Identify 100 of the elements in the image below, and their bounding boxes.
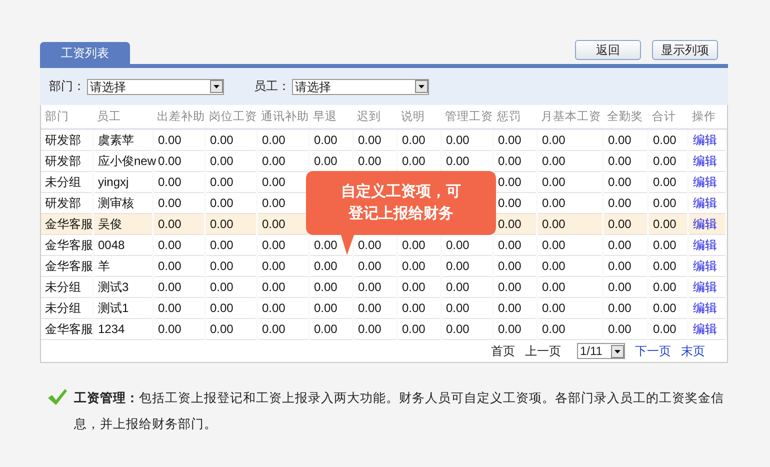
table-cell: 0.00 [358, 238, 382, 252]
table-cell: 测试1 [98, 300, 129, 314]
table-cell: 0.00 [653, 280, 676, 294]
edit-link[interactable]: 编辑 [693, 196, 717, 210]
table-cell: 0.00 [262, 196, 286, 210]
table-cell: 0.00 [158, 196, 182, 210]
table-cell: 金华客服 [45, 258, 93, 272]
table-row[interactable]: 金华客服 1234 0.00 0.00 0.00 0.00 0.00 0.00 0.00 0.00 0.00 0.00 0.00 编辑 [41, 318, 726, 340]
table-cell: 0.00 [608, 238, 632, 252]
edit-link[interactable]: 编辑 [693, 300, 717, 314]
table-cell: 0.00 [608, 133, 632, 147]
table-cell: 0.00 [210, 280, 234, 294]
table-cell: 0.00 [262, 280, 286, 294]
page-link[interactable]: 末页 [681, 342, 705, 360]
edit-link[interactable]: 编辑 [693, 154, 717, 168]
table-cell: 0.00 [446, 301, 470, 315]
table-cell: 0.00 [498, 280, 522, 294]
table-cell: 0.00 [314, 322, 338, 336]
table-cell: 0.00 [542, 280, 566, 294]
table-cell: 0.00 [653, 259, 676, 273]
table-cell: 0.00 [446, 322, 470, 336]
table-cell: 0.00 [498, 175, 522, 189]
table-cell: 0.00 [358, 154, 382, 168]
table-cell: 0.00 [314, 259, 338, 273]
table-cell: 0.00 [314, 301, 338, 315]
table-cell: 0.00 [358, 133, 382, 147]
table-cell: 0.00 [158, 259, 182, 273]
page-select[interactable]: 1/11 [577, 343, 625, 359]
table-row[interactable]: 未分组 测试1 0.00 0.00 0.00 0.00 0.00 0.00 0.00 0.00 0.00 0.00 0.00 编辑 [41, 298, 726, 318]
page-link[interactable]: 下一页 [635, 342, 671, 360]
table-cell: 0.00 [262, 175, 286, 189]
table-row[interactable]: 研发部 虞素苹 0.00 0.00 0.00 0.00 0.00 0.00 0.00 0.00 0.00 0.00 0.00 编辑 [41, 129, 726, 150]
tab[interactable]: 工资列表 [40, 42, 130, 64]
table-cell: 0.00 [498, 133, 522, 147]
table-cell: 0.00 [446, 259, 470, 273]
table-cell: 0.00 [210, 196, 234, 210]
table-cell: 0.00 [402, 154, 426, 168]
table-cell: 0.00 [608, 259, 632, 273]
filter-label: 员工： [254, 78, 290, 95]
table-row[interactable]: 研发部 应小俊new 0.00 0.00 0.00 0.00 0.00 0.00 0.00 0.00 0.00 0.00 0.00 编辑 [41, 150, 726, 172]
table-cell: 0.00 [402, 133, 426, 147]
edit-link[interactable]: 编辑 [693, 238, 717, 252]
table-cell: 0.00 [498, 238, 522, 252]
table-cell: 未分组 [45, 300, 81, 314]
table-cell: 0.00 [158, 322, 182, 336]
table-cell: 0.00 [542, 175, 566, 189]
edit-link[interactable]: 编辑 [693, 132, 717, 146]
checkmark-icon [46, 387, 68, 407]
edit-link[interactable]: 编辑 [693, 174, 717, 188]
table-cell: 0.00 [608, 280, 632, 294]
table-cell: 0.00 [210, 259, 234, 273]
table-cell: 0.00 [608, 175, 632, 189]
table-cell: 0.00 [542, 217, 566, 231]
table-cell: 0.00 [446, 154, 470, 168]
table-cell: 研发部 [45, 132, 81, 146]
edit-link[interactable]: 编辑 [693, 280, 717, 294]
table-cell: 0.00 [262, 322, 286, 336]
table-cell: 未分组 [45, 174, 81, 188]
toolbar-button[interactable]: 显示列项 [652, 40, 718, 60]
table-cell: 0.00 [446, 280, 470, 294]
table-cell: 0.00 [608, 196, 632, 210]
table-row[interactable]: 金华客服 羊 0.00 0.00 0.00 0.00 0.00 0.00 0.00 0.00 0.00 0.00 0.00 编辑 [41, 256, 726, 276]
edit-link[interactable]: 编辑 [693, 258, 717, 272]
table-cell: 0.00 [542, 133, 566, 147]
table-cell: 0.00 [608, 217, 632, 231]
toolbar-button[interactable]: 返回 [575, 40, 641, 60]
table-cell: 0.00 [314, 133, 338, 147]
table-cell: 0.00 [158, 280, 182, 294]
table-cell: 0.00 [542, 196, 566, 210]
table-row[interactable]: 金华客服 0048 0.00 0.00 0.00 0.00 0.00 0.00 0.00 0.00 0.00 0.00 0.00 编辑 [41, 234, 726, 256]
filter-select[interactable]: 请选择 [87, 78, 224, 94]
table-cell: 0.00 [402, 238, 426, 252]
table-cell: 0.00 [210, 175, 234, 189]
table-cell: 0.00 [542, 154, 566, 168]
table-cell: 0.00 [262, 259, 286, 273]
table-cell: 0.00 [653, 322, 676, 336]
table-cell: 0.00 [498, 301, 522, 315]
table-cell: 0.00 [358, 259, 382, 273]
table-cell: 金华客服 [45, 238, 93, 252]
table-cell: 0.00 [158, 301, 182, 315]
table-cell: 0048 [98, 238, 125, 252]
table-cell: 0.00 [210, 238, 234, 252]
table-cell: 0.00 [542, 259, 566, 273]
table-cell: 0.00 [653, 217, 676, 231]
table-cell: 0.00 [314, 238, 338, 252]
table-cell: 未分组 [45, 280, 81, 294]
table-cell: 0.00 [314, 154, 338, 168]
table-cell: 0.00 [262, 301, 286, 315]
table-cell: 0.00 [498, 322, 522, 336]
edit-link[interactable]: 编辑 [693, 322, 717, 336]
table-cell: 0.00 [402, 280, 426, 294]
table-row[interactable]: 未分组 测试3 0.00 0.00 0.00 0.00 0.00 0.00 0.00 0.00 0.00 0.00 0.00 编辑 [41, 276, 726, 298]
table-cell: 0.00 [608, 322, 632, 336]
table-cell: 1234 [98, 322, 125, 336]
edit-link[interactable]: 编辑 [693, 216, 717, 230]
table-cell: 0.00 [542, 301, 566, 315]
table-cell: 研发部 [45, 154, 81, 168]
filter-select[interactable]: 请选择 [292, 78, 429, 94]
table-cell: 0.00 [653, 301, 676, 315]
table-cell: 0.00 [402, 301, 426, 315]
